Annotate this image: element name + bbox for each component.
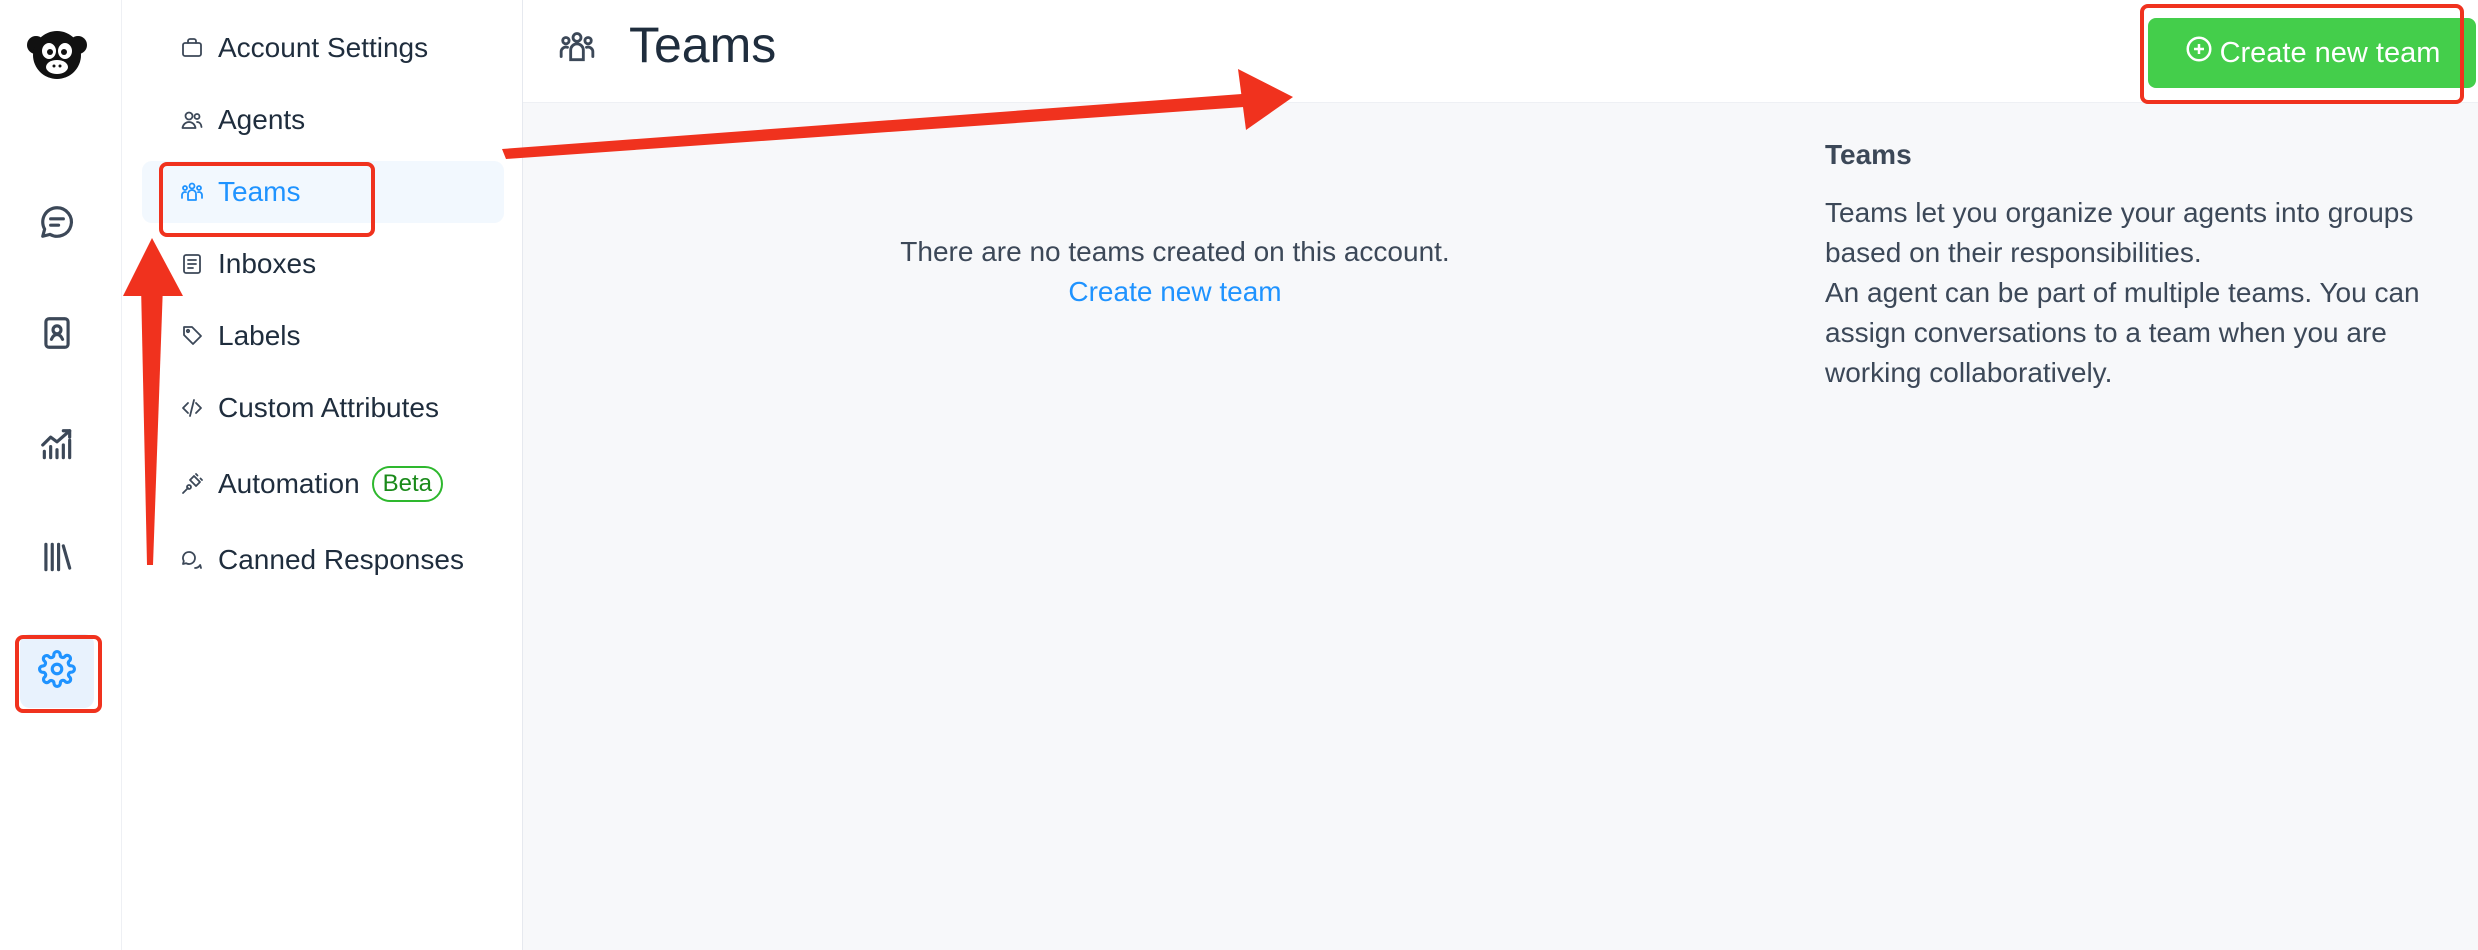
empty-state-message: There are no teams created on this accou… <box>900 236 1450 267</box>
library-icon <box>38 538 76 581</box>
inbox-icon <box>180 252 204 276</box>
sidebar-item-label: Labels <box>218 320 301 351</box>
page-title: Teams <box>629 17 777 73</box>
info-panel-description: Teams let you organize your agents into … <box>1825 193 2475 393</box>
create-button-highlight-box <box>2140 4 2464 104</box>
team-icon <box>558 28 596 66</box>
rail-contacts-button[interactable] <box>20 298 94 372</box>
chat-bubble-icon <box>38 203 76 246</box>
create-new-team-link[interactable]: Create new team <box>523 276 1827 308</box>
monkey-logo-icon[interactable] <box>25 25 89 85</box>
people-icon <box>180 108 204 132</box>
primary-nav-rail <box>0 0 122 950</box>
automation-icon <box>180 472 204 496</box>
chart-icon <box>38 426 76 469</box>
briefcase-icon <box>180 36 204 60</box>
teams-highlight-box <box>159 162 375 237</box>
info-paragraph: Teams let you organize your agents into … <box>1825 197 2414 268</box>
sidebar-item-label: Custom Attributes <box>218 392 439 423</box>
rail-conversations-button[interactable] <box>20 187 94 261</box>
code-icon <box>180 396 204 420</box>
info-paragraph: An agent can be part of multiple teams. … <box>1825 277 2420 388</box>
rail-reports-button[interactable] <box>20 410 94 484</box>
beta-badge: Beta <box>371 466 444 502</box>
sidebar-item-label: Canned Responses <box>218 544 464 575</box>
settings-sidebar: Account Settings Agents Teams Inboxes La… <box>122 0 523 950</box>
sidebar-item-label: Account Settings <box>218 32 429 63</box>
sidebar-item-label: Inboxes <box>218 248 317 279</box>
chat-multiple-icon <box>180 548 204 572</box>
sidebar-item-label: Agents <box>218 104 306 135</box>
settings-highlight-box <box>15 635 102 713</box>
info-panel-title: Teams <box>1825 139 1912 170</box>
tag-icon <box>180 324 204 348</box>
main-content: There are no teams created on this accou… <box>523 103 2478 950</box>
contact-book-icon <box>38 314 76 357</box>
rail-library-button[interactable] <box>20 522 94 596</box>
sidebar-item-label: Automation <box>218 468 360 499</box>
